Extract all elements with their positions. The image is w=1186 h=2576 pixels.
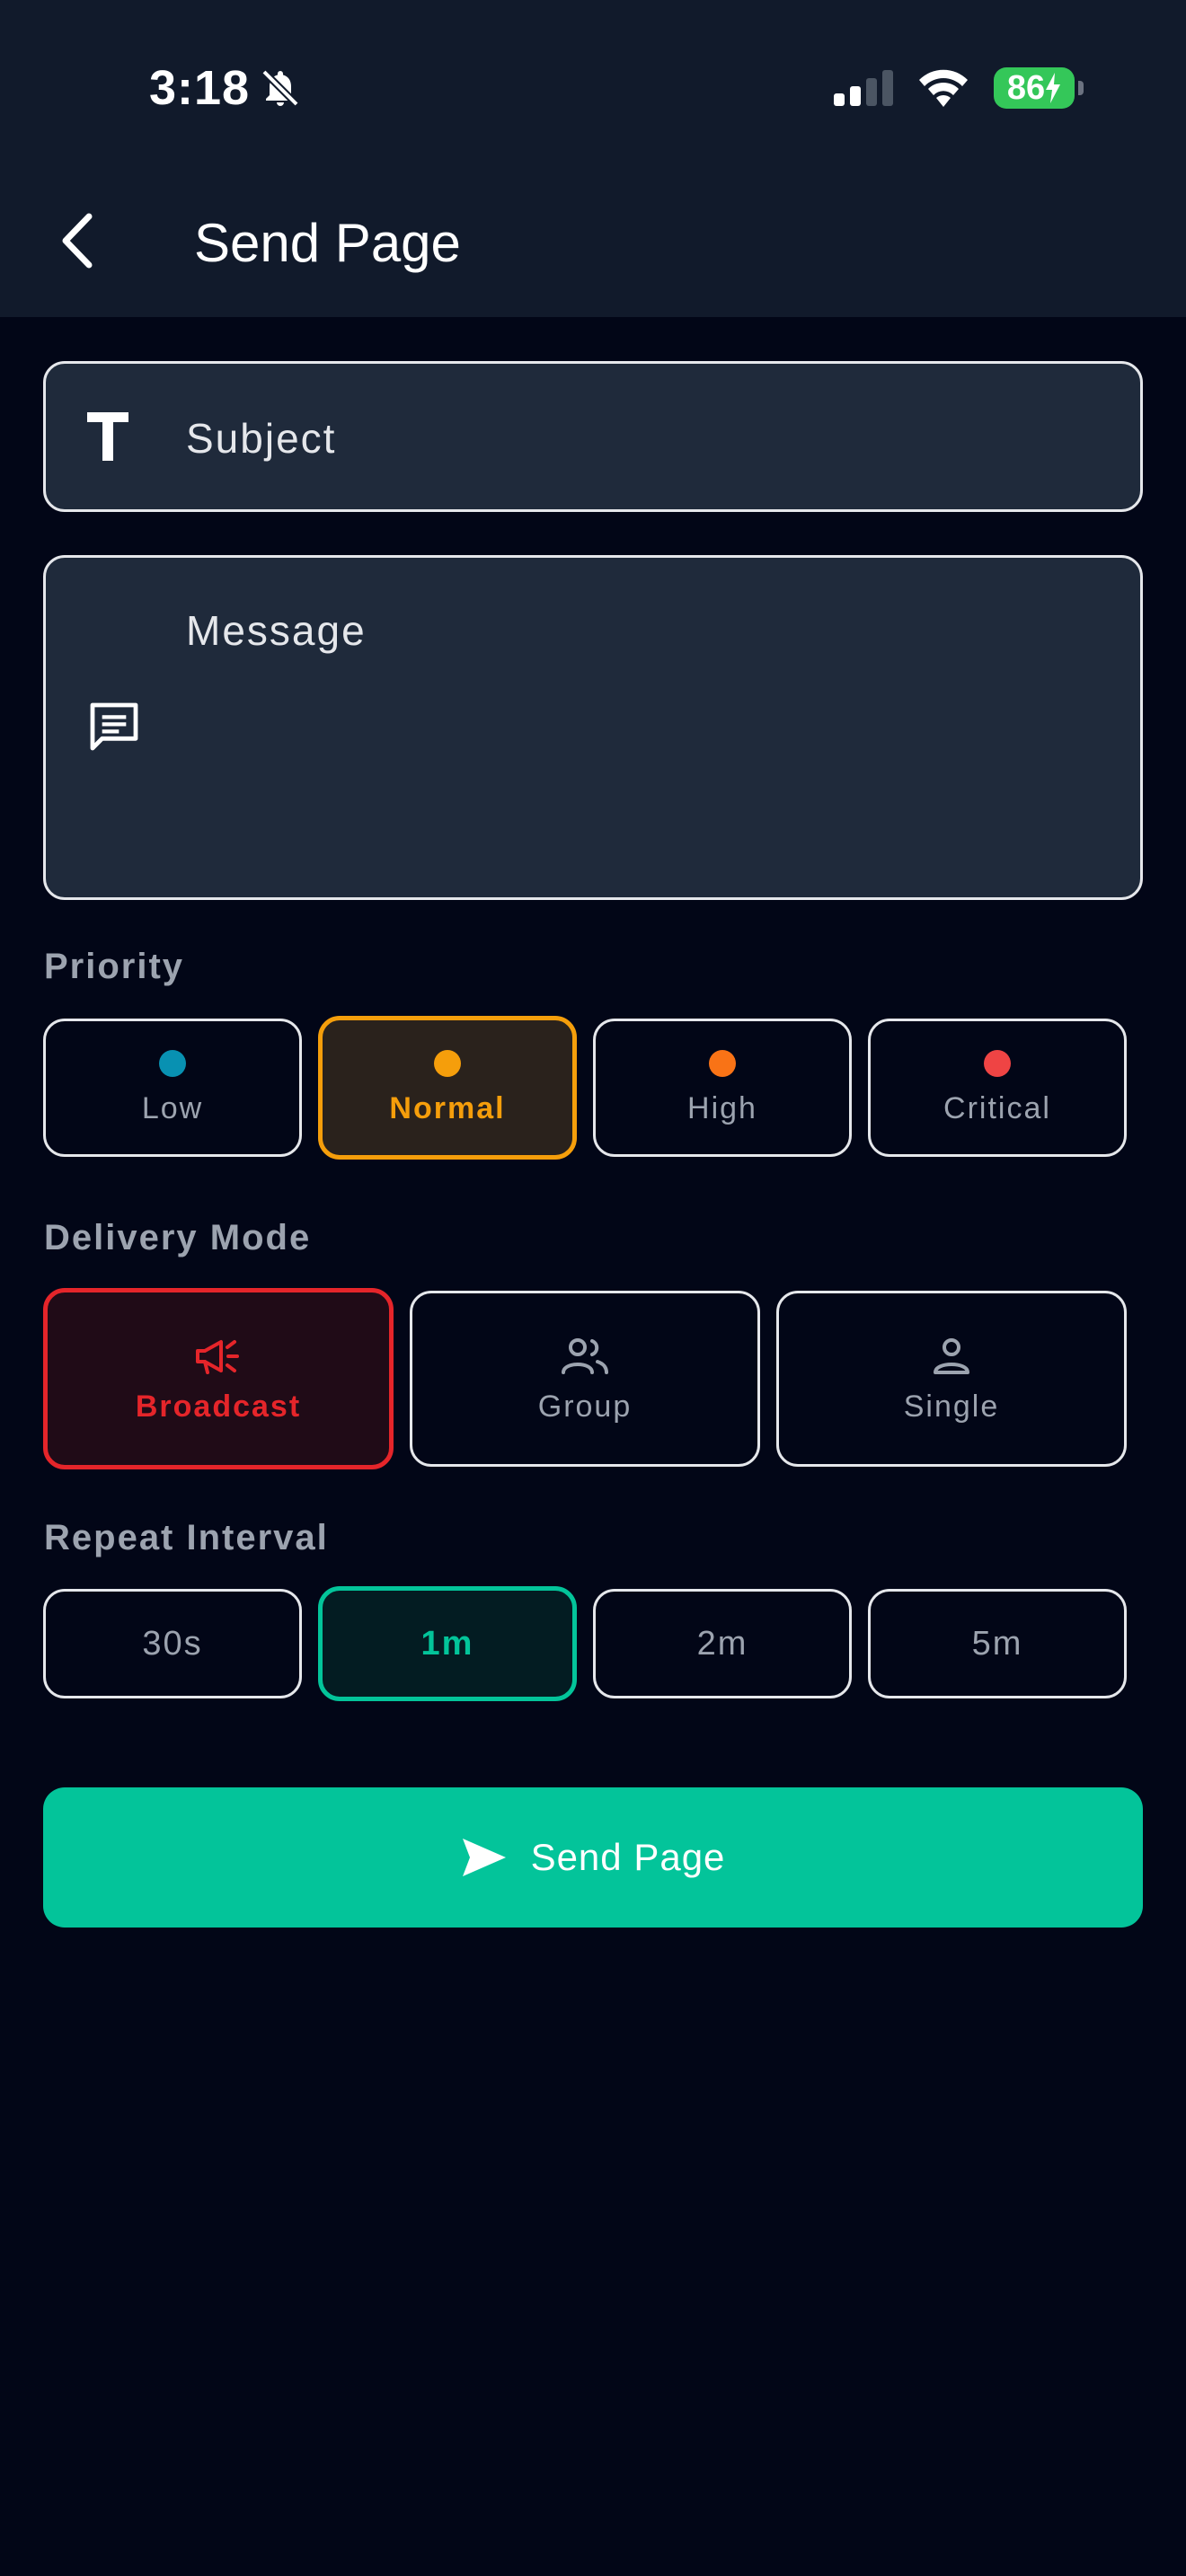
interval-option-2m[interactable]: 2m [593, 1589, 852, 1698]
priority-dot-low [159, 1049, 186, 1077]
priority-option-normal[interactable]: Normal [318, 1016, 577, 1160]
priority-dot-critical [984, 1049, 1011, 1077]
delivery-option-single[interactable]: Single [776, 1291, 1127, 1467]
charging-bolt-icon [1046, 73, 1061, 103]
send-page-button[interactable]: Send Page [43, 1787, 1143, 1928]
status-bar-indicators: 86 [832, 63, 1084, 113]
interval-label-2m: 2m [696, 1624, 748, 1663]
priority-option-low[interactable]: Low [43, 1019, 302, 1157]
interval-label-30s: 30s [142, 1624, 203, 1663]
page-title: Send Page [194, 212, 461, 273]
priority-dot-high [709, 1049, 736, 1077]
interval-option-1m[interactable]: 1m [318, 1586, 577, 1701]
megaphone-icon [196, 1339, 239, 1374]
cellular-signal-icon [834, 70, 893, 106]
send-page-label: Send Page [530, 1836, 726, 1878]
status-time-text: 3:18 [149, 61, 251, 115]
priority-label-high: High [687, 1090, 757, 1125]
message-icon [90, 702, 138, 751]
priority-label-critical: Critical [943, 1090, 1051, 1125]
message-field[interactable]: Message [43, 555, 1143, 900]
priority-option-critical[interactable]: Critical [868, 1019, 1127, 1157]
people-icon [562, 1337, 608, 1374]
text-format-icon [87, 412, 128, 461]
priority-label: Priority [44, 947, 185, 986]
delivery-label-broadcast: Broadcast [135, 1389, 302, 1424]
delivery-option-broadcast[interactable]: Broadcast [43, 1288, 394, 1469]
subject-field[interactable]: Subject [43, 361, 1143, 512]
delivery-label-group: Group [537, 1389, 633, 1424]
person-icon [934, 1337, 969, 1374]
battery-indicator: 86 [994, 67, 1084, 109]
interval-option-5m[interactable]: 5m [868, 1589, 1127, 1698]
wifi-icon [919, 69, 968, 107]
message-placeholder: Message [186, 607, 367, 654]
battery-cap [1078, 81, 1084, 95]
priority-label-low: Low [141, 1090, 204, 1125]
priority-option-high[interactable]: High [593, 1019, 852, 1157]
repeat-interval-label: Repeat Interval [44, 1518, 329, 1557]
priority-label-normal: Normal [389, 1090, 506, 1125]
status-bar-time: 3:18 [149, 56, 302, 120]
bell-slash-icon [261, 69, 299, 107]
interval-label-1m: 1m [420, 1624, 474, 1663]
delivery-option-group[interactable]: Group [410, 1291, 760, 1467]
back-button[interactable] [45, 205, 108, 277]
send-icon [462, 1839, 506, 1876]
delivery-mode-label: Delivery Mode [44, 1218, 312, 1257]
battery-level: 86 [1006, 68, 1046, 107]
app-header: 3:18 86 Send Page [0, 0, 1186, 317]
chevron-left-icon [62, 213, 93, 269]
subject-placeholder: Subject [186, 415, 337, 462]
delivery-label-single: Single [903, 1389, 1000, 1424]
priority-dot-normal [434, 1049, 461, 1077]
interval-label-5m: 5m [971, 1624, 1023, 1663]
interval-option-30s[interactable]: 30s [43, 1589, 302, 1698]
